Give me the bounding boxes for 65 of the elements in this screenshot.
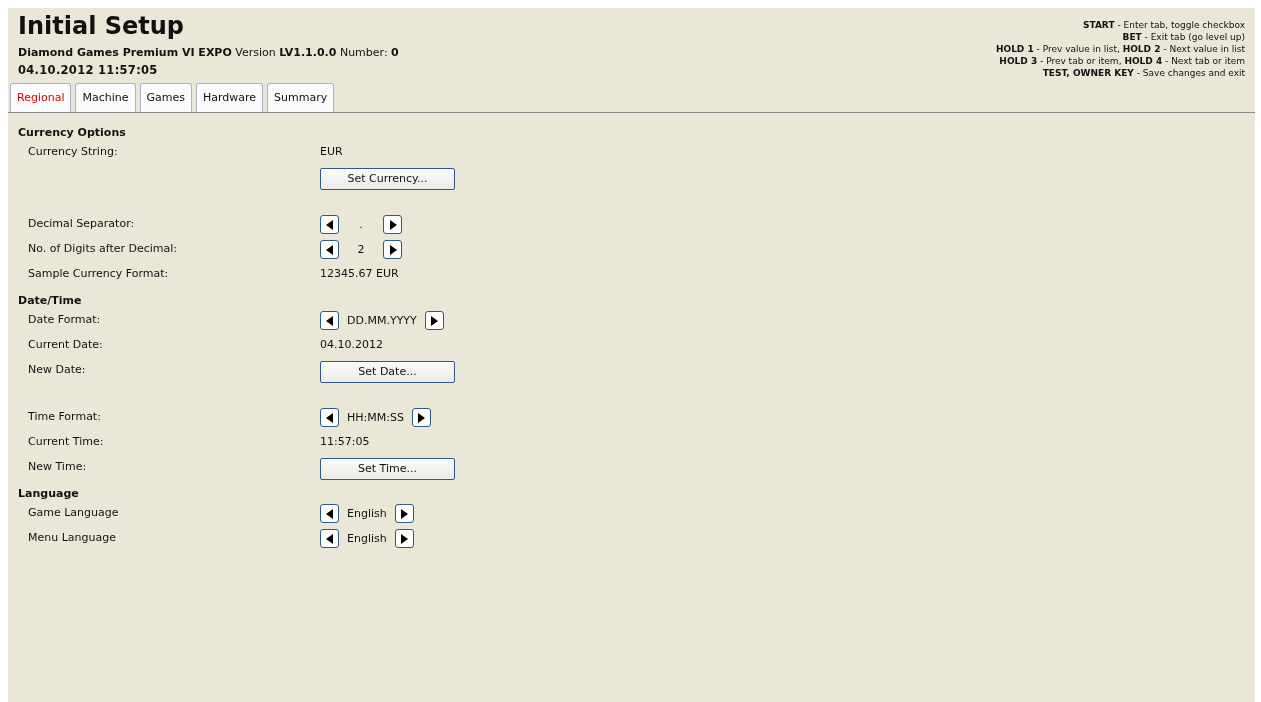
setting-label: Current Time: [28, 435, 104, 448]
right-triangle-icon [400, 533, 409, 544]
setting-value: 11:57:05 [320, 434, 370, 450]
set-button[interactable]: Set Time... [320, 458, 455, 480]
setting-label: No. of Digits after Decimal: [28, 242, 178, 255]
previous-arrow-button[interactable] [320, 215, 339, 234]
next-arrow-button[interactable] [424, 311, 444, 330]
key-help-line: START - Enter tab, toggle checkbox [1082, 19, 1245, 31]
setting-value: 04.10.2012 [320, 337, 383, 353]
setting-label: New Time: [28, 460, 87, 473]
previous-arrow-button[interactable] [320, 408, 339, 427]
setting-value: DD.MM.YYYY [346, 312, 418, 329]
setting-label: Time Format: [28, 410, 101, 423]
setting-label: Currency String: [28, 145, 118, 158]
setting-value: . [358, 216, 364, 233]
setting-label: New Date: [28, 363, 86, 376]
set-button[interactable]: Set Date... [320, 361, 455, 383]
page-title: Initial Setup [18, 12, 186, 40]
left-triangle-icon [325, 244, 334, 255]
set-button[interactable]: Set Currency... [320, 168, 455, 190]
setting-value: EUR [320, 144, 343, 160]
setting-value: 12345.67 EUR [320, 266, 399, 282]
setting-value: 2 [356, 241, 366, 258]
tab[interactable]: Summary [267, 83, 335, 112]
left-triangle-icon [325, 219, 334, 230]
setting-label: Game Language [28, 506, 119, 519]
section-heading: Date/Time [18, 293, 83, 309]
right-triangle-icon [430, 315, 439, 326]
right-triangle-icon [388, 219, 397, 230]
left-triangle-icon [325, 412, 334, 423]
previous-arrow-button[interactable] [320, 240, 339, 259]
tab[interactable]: Hardware [196, 83, 264, 112]
game-info: Diamond Games Premium VI EXPO Version LV1.1.0.0 Number: 0 [18, 46, 399, 59]
setting-value: English [346, 530, 388, 547]
setting-label: Current Date: [28, 338, 103, 351]
section-heading: Currency Options [18, 125, 127, 141]
tab[interactable]: Machine [75, 83, 136, 112]
previous-arrow-button[interactable] [320, 504, 339, 523]
right-triangle-icon [400, 508, 409, 519]
left-triangle-icon [325, 508, 334, 519]
tab[interactable]: Regional [10, 83, 72, 112]
left-triangle-icon [325, 533, 334, 544]
setting-label: Sample Currency Format: [28, 267, 169, 280]
setting-label: Decimal Separator: [28, 217, 135, 230]
key-help-line: TEST, OWNER KEY - Save changes and exit [1041, 67, 1245, 79]
next-arrow-button[interactable] [394, 504, 414, 523]
next-arrow-button[interactable] [411, 408, 431, 427]
key-help-line: HOLD 1 - Prev value in list, HOLD 2 - Next value in list [995, 43, 1245, 55]
tab[interactable]: Games [139, 83, 192, 112]
previous-arrow-button[interactable] [320, 529, 339, 548]
right-triangle-icon [388, 244, 397, 255]
setting-label: Date Format: [28, 313, 101, 326]
next-arrow-button[interactable] [394, 529, 414, 548]
setting-value: HH:MM:SS [346, 409, 405, 426]
date-time: 04.10.2012 11:57:05 [18, 63, 159, 77]
next-arrow-button[interactable] [383, 215, 402, 234]
key-help-line: BET - Exit tab (go level up) [1121, 31, 1245, 43]
setting-value: English [346, 505, 388, 522]
right-triangle-icon [417, 412, 426, 423]
section-heading: Language [18, 486, 80, 502]
previous-arrow-button[interactable] [320, 311, 339, 330]
key-help-line: HOLD 3 - Prev tab or item, HOLD 4 - Next tab or item [998, 55, 1245, 67]
next-arrow-button[interactable] [383, 240, 402, 259]
setting-label: Menu Language [28, 531, 116, 544]
left-triangle-icon [325, 315, 334, 326]
